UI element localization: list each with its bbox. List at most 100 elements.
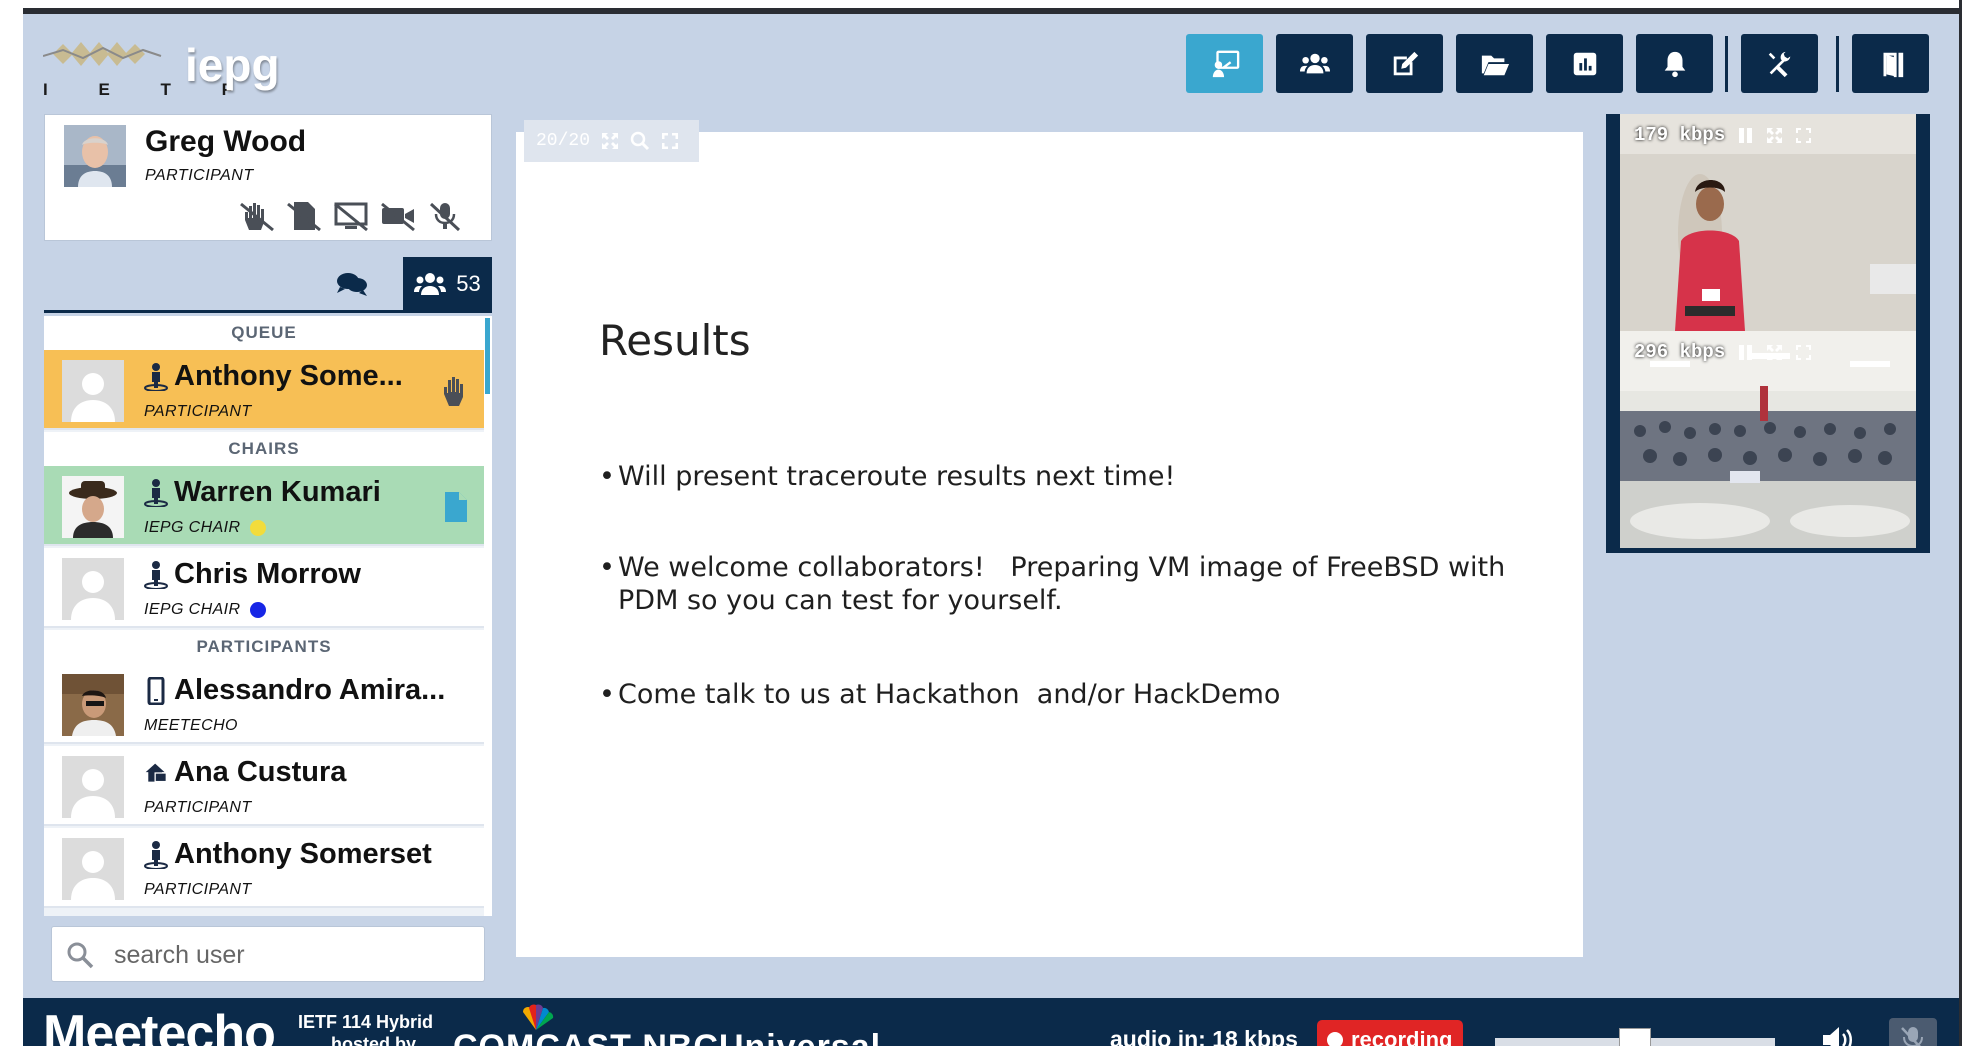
avatar (62, 756, 124, 818)
fullscreen-icon[interactable] (1795, 127, 1812, 144)
in-person-icon (144, 840, 168, 869)
pause-icon[interactable] (1737, 127, 1754, 144)
participant-row[interactable]: Alessandro Amira... MEETECHO (44, 664, 484, 744)
user-avatar (64, 125, 126, 187)
participant-role-text: PARTICIPANT (144, 403, 252, 420)
participants-button[interactable] (1276, 34, 1353, 93)
status-dot (250, 520, 267, 536)
exit-icon (1883, 52, 1903, 77)
hand-off-icon[interactable] (237, 199, 277, 233)
chair-row[interactable]: Warren Kumari IEPG CHAIR (44, 466, 484, 546)
participant-name: Chris Morrow (144, 558, 361, 591)
participant-role: IEPG CHAIR (144, 601, 267, 619)
notifications-button[interactable] (1636, 34, 1713, 93)
recording-label: recording (1351, 1027, 1453, 1046)
chair-row[interactable]: Chris Morrow IEPG CHAIR (44, 548, 484, 628)
in-person-icon (144, 478, 168, 507)
screen-share-off-icon[interactable] (331, 199, 371, 233)
user-status-icons (237, 199, 465, 233)
tab-participants[interactable]: 53 (403, 257, 492, 310)
leave-button[interactable] (1852, 34, 1929, 93)
participant-row[interactable]: Ana Custura PARTICIPANT (44, 746, 484, 826)
volume-slider-handle[interactable] (1619, 1028, 1651, 1046)
fullscreen-icon[interactable] (1795, 344, 1812, 361)
current-user-card: Greg Wood PARTICIPANT (44, 114, 492, 241)
participant-role-text: PARTICIPANT (144, 881, 252, 898)
mobile-icon (147, 676, 165, 705)
presentation-button[interactable] (1186, 34, 1263, 93)
remote-home-icon (145, 763, 167, 782)
participants-header: PARTICIPANTS (44, 630, 484, 664)
sidebar-tabs: 53 (44, 257, 492, 313)
toolbar-separator (1725, 36, 1728, 92)
participant-role: MEETECHO (144, 717, 238, 735)
ietf-logo: I E T F iepg (43, 28, 283, 106)
participant-name: Anthony Some... (144, 360, 403, 393)
participant-role-text: IEPG CHAIR (144, 601, 241, 618)
participant-name: Alessandro Amira... (144, 674, 445, 707)
footer-bar: Meetecho IETF 114 Hybrid hosted by COMCA… (23, 998, 1959, 1046)
avatar (62, 838, 124, 900)
expand-icon[interactable] (1766, 127, 1783, 144)
users-icon (1299, 53, 1330, 73)
participant-name: Anthony Somerset (144, 838, 432, 871)
raised-hand-icon[interactable] (440, 374, 470, 408)
queue-row[interactable]: Anthony Some... PARTICIPANT (44, 350, 484, 430)
search-icon (67, 942, 94, 969)
volume-slider[interactable] (1495, 1028, 1775, 1046)
participant-role-text: IEPG CHAIR (144, 519, 241, 536)
event-name: IETF 114 Hybrid (298, 1012, 434, 1032)
participant-list-scrollbar[interactable] (484, 316, 492, 916)
participant-name-text: Ana Custura (174, 756, 347, 788)
room-video (1620, 331, 1916, 548)
recording-dot (1327, 1032, 1343, 1046)
meetecho-window: I E T F iepg Greg Wood PARTICIPANT 53 QU… (23, 8, 1959, 1046)
queue-header: QUEUE (44, 316, 484, 350)
avatar (62, 558, 124, 620)
user-name: Greg Wood (145, 125, 307, 158)
zoom-icon[interactable] (630, 131, 650, 151)
tools-icon (1768, 51, 1790, 77)
camera-off-icon[interactable] (378, 199, 418, 233)
polls-button[interactable] (1546, 34, 1623, 93)
chart-icon (1573, 52, 1596, 75)
video-feed-speaker[interactable]: 179 kbps (1620, 114, 1916, 331)
file-off-icon[interactable] (284, 199, 324, 233)
mic-off-icon[interactable] (425, 199, 465, 233)
video-panel: 179 kbps 296 kbps (1606, 114, 1930, 553)
settings-button[interactable] (1741, 34, 1818, 93)
video-bitrate-text: 179 kbps (1634, 124, 1726, 146)
slide-viewer (516, 132, 1583, 957)
search-input[interactable] (114, 935, 474, 975)
edit-icon (1393, 51, 1418, 75)
tab-chat[interactable] (319, 257, 385, 310)
participant-role: PARTICIPANT (144, 799, 252, 817)
video-bitrate-text: 296 kbps (1634, 341, 1726, 363)
expand-icon[interactable] (1766, 344, 1783, 361)
users-icon (414, 272, 447, 295)
notes-button[interactable] (1366, 34, 1443, 93)
window-edge (1959, 0, 1962, 1046)
fullscreen-icon[interactable] (660, 131, 680, 151)
files-button[interactable] (1456, 34, 1533, 93)
participant-name-text: Anthony Somerset (174, 838, 432, 870)
video-feed-room[interactable]: 296 kbps (1620, 331, 1916, 548)
fit-icon[interactable] (600, 131, 620, 151)
scrollbar-thumb[interactable] (485, 318, 490, 394)
participant-name-text: Alessandro Amira... (174, 674, 446, 706)
search-user-box[interactable] (51, 926, 485, 982)
folder-open-icon (1481, 55, 1509, 75)
participant-role-text: MEETECHO (144, 717, 238, 734)
video-bitrate: 296 kbps (1634, 341, 1812, 363)
participant-row[interactable]: Anthony Somerset PARTICIPANT (44, 828, 484, 908)
slide-counter: 20/20 (536, 131, 591, 151)
participant-role-text: PARTICIPANT (144, 799, 252, 816)
slide-bullet-text: Will present traceroute results next tim… (618, 461, 1176, 492)
in-person-icon (144, 560, 168, 589)
document-icon[interactable] (440, 490, 470, 524)
participant-name-text: Anthony Some... (174, 360, 403, 392)
hosted-by-label: hosted by (331, 1034, 417, 1046)
pause-icon[interactable] (1737, 344, 1754, 361)
mic-toggle-button[interactable] (1889, 1018, 1937, 1046)
speaker-volume-icon[interactable] (1820, 1024, 1856, 1046)
